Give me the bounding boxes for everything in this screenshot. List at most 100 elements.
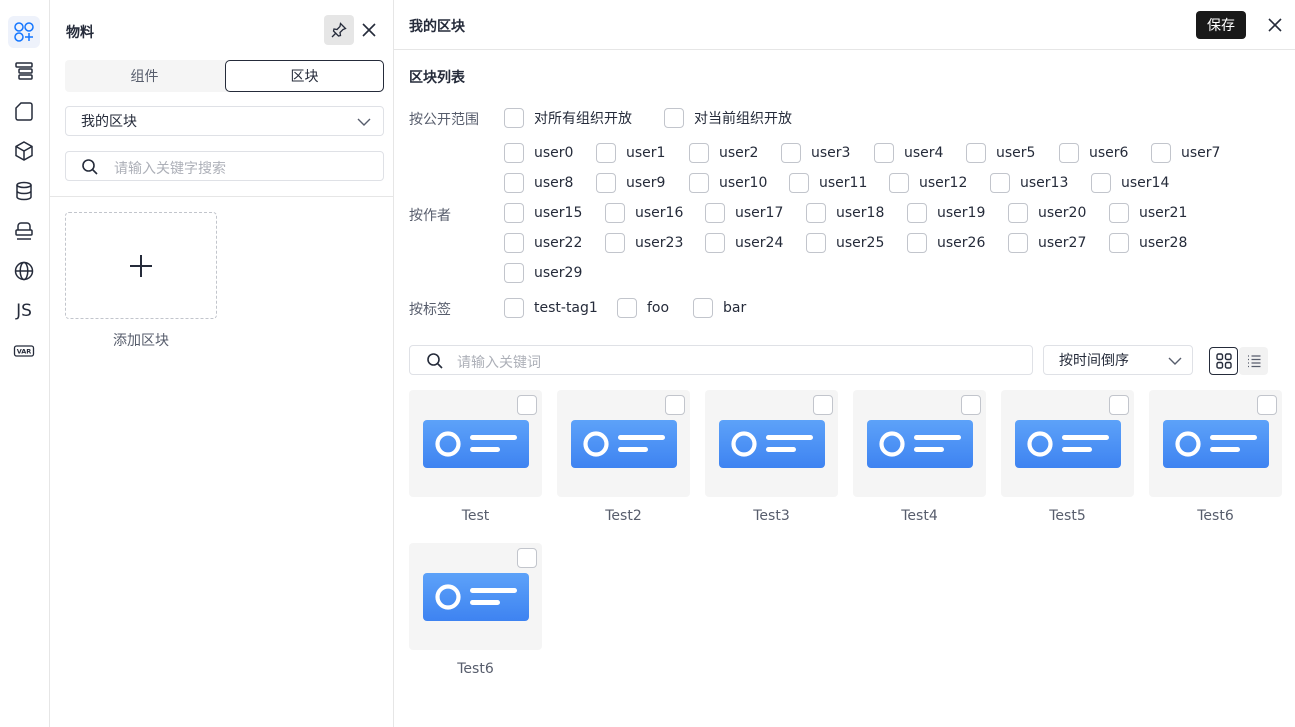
author-option[interactable]: user15 [504,202,582,224]
checkbox[interactable] [617,298,637,318]
author-option[interactable]: user4 [874,142,943,164]
checkbox[interactable] [504,143,524,163]
checkbox[interactable] [605,233,625,253]
checkbox[interactable] [1109,203,1129,223]
checkbox[interactable] [705,203,725,223]
author-option[interactable]: user10 [689,172,767,194]
checkbox[interactable] [504,203,524,223]
checkbox[interactable] [874,143,894,163]
author-option[interactable]: user2 [689,142,758,164]
block-card[interactable] [705,390,838,497]
block-card[interactable] [1149,390,1282,497]
checkbox[interactable] [596,173,616,193]
tag-option[interactable]: bar [693,297,746,319]
author-option[interactable]: user27 [1008,232,1086,254]
checkbox[interactable] [605,203,625,223]
author-option[interactable]: user5 [966,142,1035,164]
block-card[interactable] [853,390,986,497]
checkbox[interactable] [907,233,927,253]
author-option[interactable]: user24 [705,232,783,254]
checkbox[interactable] [781,143,801,163]
author-option[interactable]: user21 [1109,202,1187,224]
js-icon[interactable]: JS [8,295,40,327]
block-group-select[interactable]: 我的区块 [65,106,384,136]
author-option[interactable]: user3 [781,142,850,164]
checkbox[interactable] [889,173,909,193]
checkbox[interactable] [1008,233,1028,253]
author-option[interactable]: user16 [605,202,683,224]
tag-option[interactable]: test-tag1 [504,297,598,319]
checkbox[interactable] [990,173,1010,193]
author-option[interactable]: user17 [705,202,783,224]
checkbox[interactable] [504,173,524,193]
scope-option[interactable]: 对所有组织开放 [504,107,632,129]
checkbox[interactable] [806,233,826,253]
checkbox[interactable] [664,108,684,128]
author-option[interactable]: user8 [504,172,573,194]
checkbox[interactable] [1109,395,1129,415]
checkbox[interactable] [705,233,725,253]
grid-view-icon[interactable] [1209,347,1238,375]
author-option[interactable]: user20 [1008,202,1086,224]
author-option[interactable]: user7 [1151,142,1220,164]
author-option[interactable]: user1 [596,142,665,164]
materials-icon[interactable] [8,16,40,48]
author-option[interactable]: user13 [990,172,1068,194]
keyword-search-input[interactable]: 请输入关键词 [409,345,1033,375]
checkbox[interactable] [1151,143,1171,163]
tab-blocks[interactable]: 区块 [225,60,384,92]
author-option[interactable]: user25 [806,232,884,254]
bridge-icon[interactable] [8,215,40,247]
author-option[interactable]: user26 [907,232,985,254]
sort-select[interactable]: 按时间倒序 [1043,345,1193,375]
block-icon[interactable] [8,135,40,167]
checkbox[interactable] [504,233,524,253]
author-option[interactable]: user18 [806,202,884,224]
checkbox[interactable] [689,143,709,163]
checkbox[interactable] [665,395,685,415]
checkbox[interactable] [1109,233,1129,253]
author-option[interactable]: user22 [504,232,582,254]
page-icon[interactable] [8,95,40,127]
block-card[interactable] [409,543,542,650]
author-option[interactable]: user12 [889,172,967,194]
checkbox[interactable] [689,173,709,193]
checkbox[interactable] [1091,173,1111,193]
checkbox[interactable] [517,548,537,568]
author-option[interactable]: user0 [504,142,573,164]
checkbox[interactable] [596,143,616,163]
checkbox[interactable] [966,143,986,163]
checkbox[interactable] [813,395,833,415]
block-card[interactable] [557,390,690,497]
save-button[interactable]: 保存 [1196,11,1246,39]
checkbox[interactable] [806,203,826,223]
checkbox[interactable] [1008,203,1028,223]
close-icon[interactable] [1264,14,1286,36]
author-option[interactable]: user6 [1059,142,1128,164]
list-view-icon[interactable] [1239,347,1268,375]
author-option[interactable]: user28 [1109,232,1187,254]
checkbox[interactable] [1059,143,1079,163]
checkbox[interactable] [504,263,524,283]
close-icon[interactable] [358,15,380,45]
globe-icon[interactable] [8,255,40,287]
outline-icon[interactable] [8,55,40,87]
checkbox[interactable] [504,108,524,128]
author-option[interactable]: user19 [907,202,985,224]
checkbox[interactable] [517,395,537,415]
scope-option[interactable]: 对当前组织开放 [664,107,792,129]
datasource-icon[interactable] [8,175,40,207]
pin-icon[interactable] [324,15,354,45]
add-block-button[interactable] [65,212,217,319]
checkbox[interactable] [907,203,927,223]
checkbox[interactable] [693,298,713,318]
tag-option[interactable]: foo [617,297,669,319]
author-option[interactable]: user11 [789,172,867,194]
tab-components[interactable]: 组件 [65,60,224,92]
checkbox[interactable] [1257,395,1277,415]
author-option[interactable]: user29 [504,262,582,284]
var-icon[interactable]: VAR [8,335,40,367]
checkbox[interactable] [789,173,809,193]
author-option[interactable]: user9 [596,172,665,194]
author-option[interactable]: user23 [605,232,683,254]
